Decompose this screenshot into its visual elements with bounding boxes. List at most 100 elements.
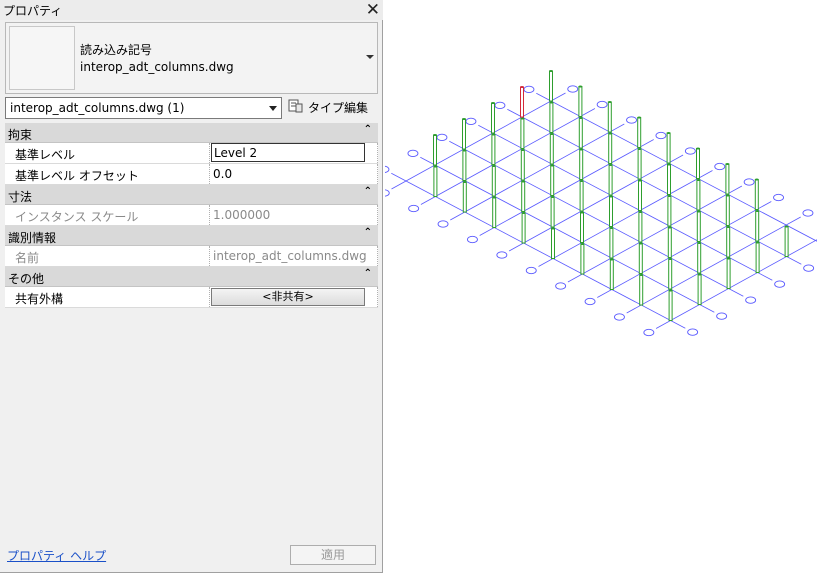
column — [667, 195, 672, 227]
column — [609, 227, 614, 259]
property-name: 共有外構 — [15, 292, 64, 306]
column — [608, 133, 613, 164]
base-level-field[interactable]: Level 2 — [211, 143, 365, 162]
apply-button[interactable]: 適用 — [290, 545, 376, 565]
column — [551, 228, 555, 259]
column-top — [579, 148, 583, 151]
column — [433, 134, 437, 166]
grid-bubble — [655, 131, 667, 140]
column-top — [637, 116, 641, 119]
column-top — [784, 225, 789, 228]
column-top — [491, 133, 496, 136]
column — [639, 274, 644, 306]
column-top — [433, 165, 438, 168]
row-divider — [377, 287, 378, 307]
grid-bubble — [465, 117, 477, 126]
column — [521, 212, 526, 244]
column-top — [492, 196, 496, 199]
type-family-label: 読み込み記号 — [80, 43, 153, 57]
type-preview-thumbnail — [9, 26, 75, 90]
grid-bubble — [436, 133, 448, 142]
column-top — [463, 181, 467, 183]
column-top — [579, 117, 583, 119]
column-top — [697, 210, 701, 213]
column-top — [725, 163, 730, 165]
property-name: 基準レベル — [15, 148, 76, 162]
column-grid-drawing[interactable] — [378, 0, 817, 574]
properties-palette: プロパティ ✕ 読み込み記号 interop_adt_columns.dwg i… — [0, 0, 383, 573]
grid-bubble — [496, 251, 508, 259]
section-label: 識別情報 — [8, 231, 57, 245]
column-top — [579, 180, 584, 182]
grid-bubble — [774, 280, 786, 288]
property-row-shared-site[interactable]: 共有外構 <非共有> — [5, 287, 378, 308]
column-top — [696, 147, 700, 150]
column-top — [492, 165, 496, 167]
palette-titlebar[interactable]: プロパティ ✕ — [0, 0, 383, 20]
column — [725, 163, 730, 195]
type-name-label: interop_adt_columns.dwg — [80, 60, 234, 74]
collapse-icon[interactable]: ⌃ — [364, 227, 372, 238]
grid-bubble — [802, 209, 814, 217]
instance-filter-dropdown[interactable]: interop_adt_columns.dwg (1) — [5, 97, 282, 119]
column-top — [433, 134, 437, 136]
column-top — [580, 243, 585, 245]
3d-view-canvas[interactable] — [378, 0, 817, 574]
grid-line — [567, 185, 743, 283]
row-divider — [377, 143, 378, 163]
grid-bubble — [437, 220, 449, 228]
collapse-icon[interactable]: ⌃ — [364, 124, 372, 135]
grid-line — [597, 201, 772, 298]
grid-bubble — [525, 266, 537, 275]
column — [549, 70, 553, 102]
column — [491, 134, 496, 165]
shared-site-button[interactable]: <非共有> — [211, 288, 365, 306]
row-divider — [377, 205, 378, 225]
collapse-icon[interactable]: ⌃ — [364, 186, 372, 197]
properties-help-link[interactable]: プロパティ ヘルプ — [7, 547, 106, 564]
grid-bubble — [643, 328, 655, 337]
column-top — [639, 274, 643, 276]
grid-bubble — [407, 149, 419, 158]
column — [609, 259, 614, 290]
column-top — [549, 70, 553, 72]
property-row-base-offset[interactable]: 基準レベル オフセット 0.0 — [5, 164, 378, 185]
column — [638, 211, 643, 243]
column — [755, 210, 760, 242]
column-top — [638, 211, 643, 213]
column — [578, 86, 583, 117]
column-top — [521, 180, 525, 183]
column — [666, 132, 671, 164]
grid-bubble — [743, 178, 755, 186]
column — [550, 196, 555, 228]
column-top — [755, 210, 759, 212]
column-top — [610, 258, 614, 261]
column — [697, 274, 702, 305]
section-identity-data[interactable]: 識別情報 ⌃ — [5, 226, 378, 246]
section-constraints[interactable]: 拘束 ⌃ — [5, 123, 378, 143]
property-row-base-level[interactable]: 基準レベル Level 2 — [5, 143, 378, 164]
column-top — [462, 149, 467, 152]
column — [580, 243, 585, 275]
dropdown-arrow-icon[interactable] — [269, 106, 277, 111]
type-selector[interactable]: 読み込み記号 interop_adt_columns.dwg — [5, 22, 378, 94]
column — [462, 118, 466, 150]
collapse-icon[interactable]: ⌃ — [364, 268, 372, 279]
column — [520, 118, 525, 149]
close-icon[interactable]: ✕ — [366, 0, 380, 20]
section-other[interactable]: その他 ⌃ — [5, 267, 378, 287]
column — [726, 258, 731, 289]
grid-bubble — [466, 235, 478, 244]
grid-line — [508, 154, 684, 252]
section-dimensions[interactable]: 寸法 ⌃ — [5, 185, 378, 205]
column — [550, 165, 555, 196]
column — [667, 164, 671, 195]
grid-bubble — [803, 264, 815, 272]
edit-type-button[interactable]: タイプ編集 — [286, 96, 378, 118]
column-top — [520, 86, 524, 88]
column — [549, 133, 554, 165]
grid-bubble — [378, 189, 390, 197]
property-row-instance-scale: インスタンス スケール 1.000000 — [5, 205, 378, 226]
base-offset-value[interactable]: 0.0 — [213, 167, 232, 181]
chevron-down-icon[interactable] — [366, 55, 374, 59]
